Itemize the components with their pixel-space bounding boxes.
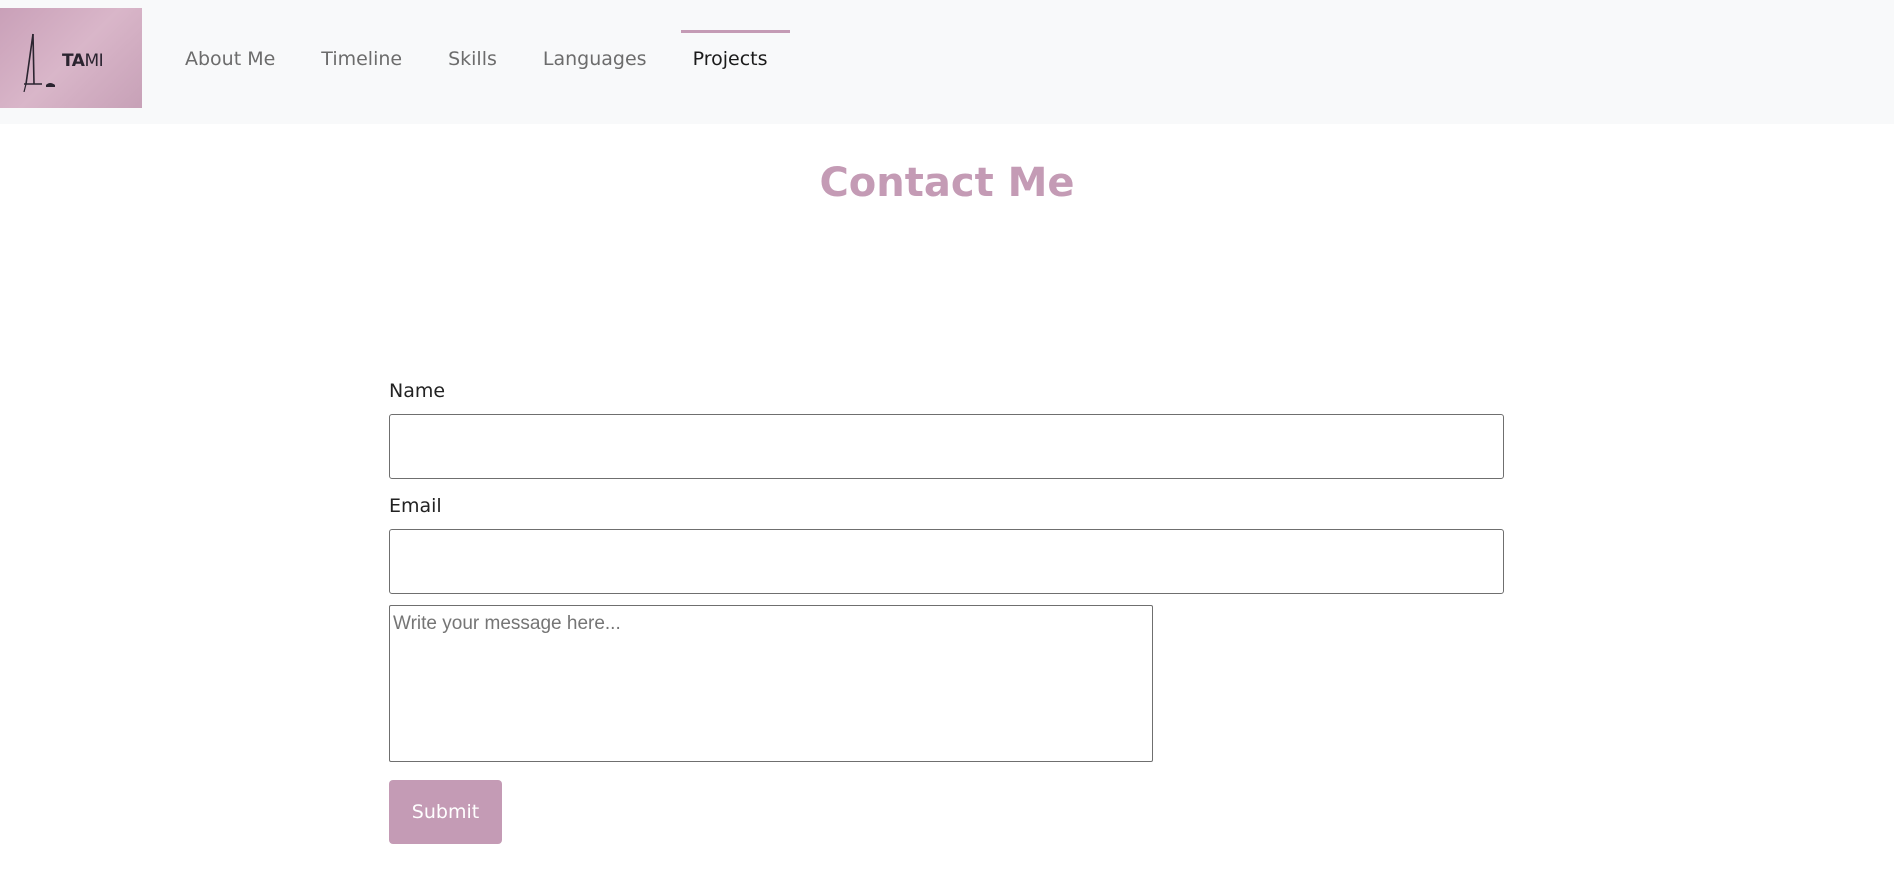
nav-link-timeline[interactable]: Timeline xyxy=(298,30,425,72)
main-nav: About Me Timeline Skills Languages Proje… xyxy=(162,30,791,90)
name-input[interactable] xyxy=(389,414,1504,479)
email-label: Email xyxy=(389,495,442,517)
nav-link-languages[interactable]: Languages xyxy=(520,30,670,72)
brand-logo[interactable]: TAMI xyxy=(0,8,142,108)
message-textarea[interactable] xyxy=(389,605,1153,762)
brand-name: TAMI xyxy=(62,51,104,71)
name-label: Name xyxy=(389,380,446,402)
nav-link-about-me[interactable]: About Me xyxy=(162,30,298,72)
easel-icon xyxy=(23,33,55,92)
brand-name-light: MI xyxy=(84,51,104,71)
nav-link-projects[interactable]: Projects xyxy=(670,30,791,72)
email-input[interactable] xyxy=(389,529,1504,594)
submit-button[interactable]: Submit xyxy=(389,780,502,844)
navbar: TAMI About Me Timeline Skills Languages … xyxy=(0,0,1894,124)
brand-name-bold: TA xyxy=(62,51,85,71)
nav-link-skills[interactable]: Skills xyxy=(425,30,520,72)
page-title: Contact Me xyxy=(819,160,1075,206)
